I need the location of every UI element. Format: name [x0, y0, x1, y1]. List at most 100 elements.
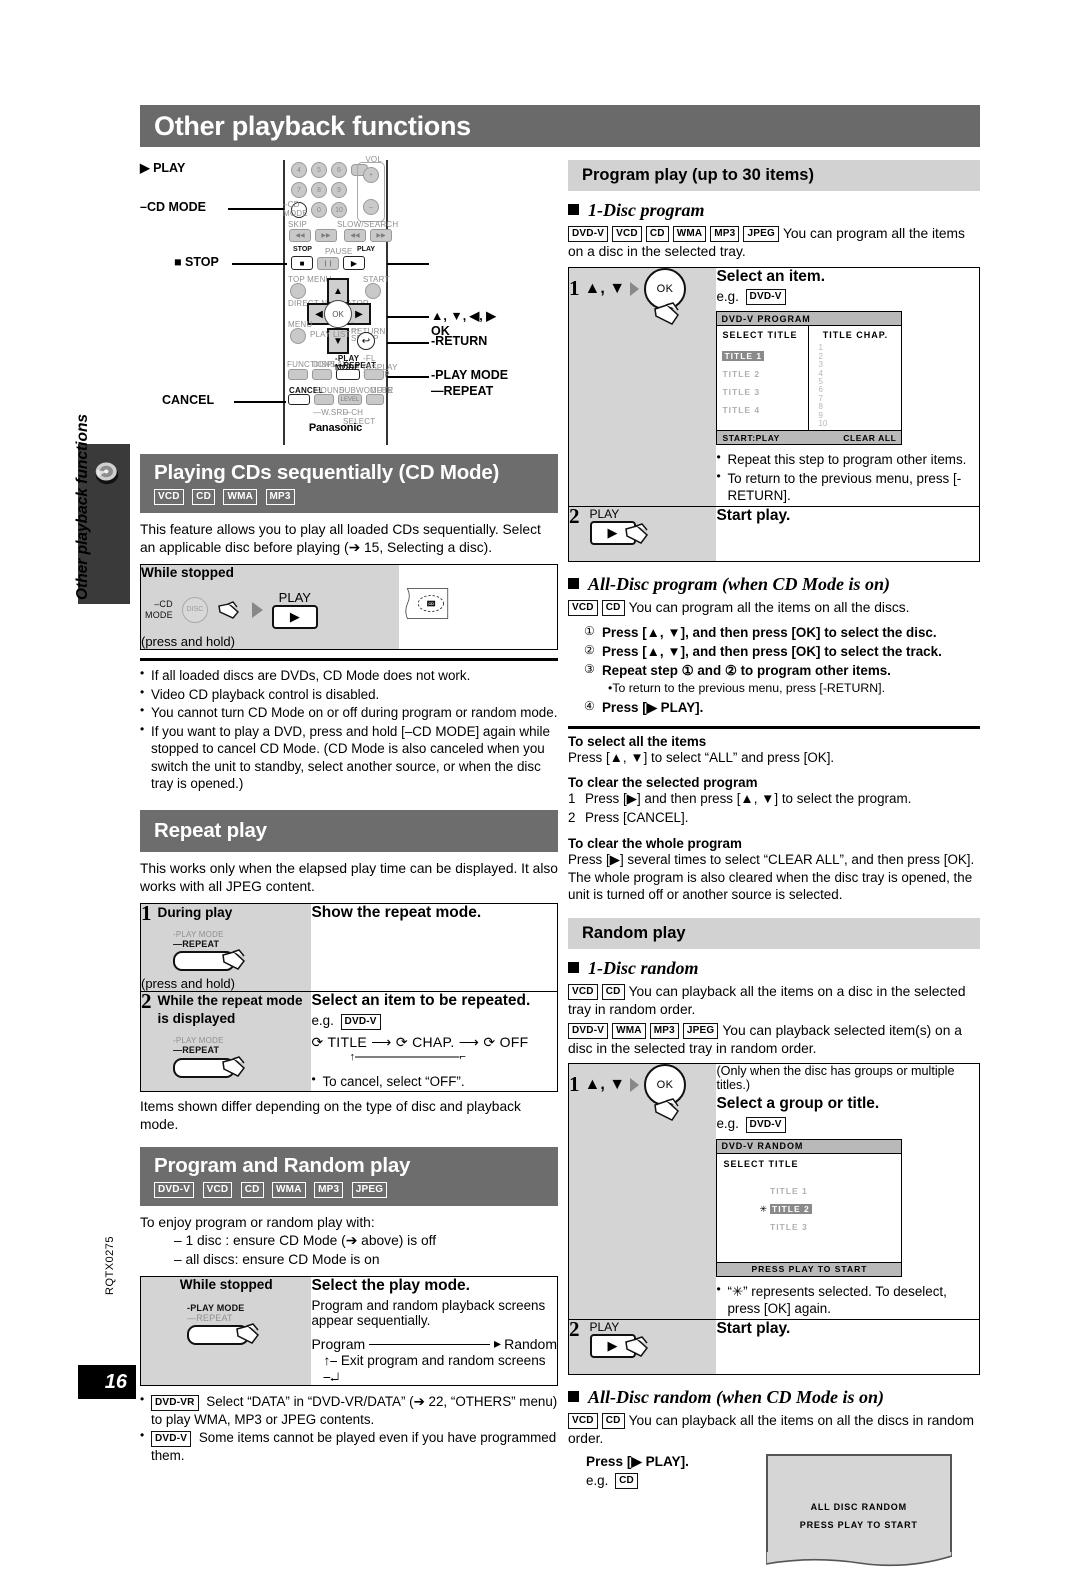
hand-pointer-icon: [218, 600, 239, 619]
callout-cd-mode: –CD MODE: [140, 200, 206, 214]
repeat-flow-title: TITLE: [327, 1033, 368, 1050]
badge-dvd-v: DVD-V: [745, 289, 786, 306]
remote-skip-fwd[interactable]: ▶▶: [315, 229, 337, 242]
howto-number: 1: [568, 791, 576, 807]
page-title: Other playback functions: [154, 110, 471, 141]
osd-title-item[interactable]: TITLE 3: [722, 387, 760, 397]
repeat-step-row-2: 2 While the repeat mode is displayed -PL…: [140, 989, 558, 1092]
remote-ok-button[interactable]: OK: [324, 300, 352, 328]
screen-line-2: PRESS PLAY TO START: [799, 1519, 918, 1530]
osd-title-item[interactable]: TITLE 1: [722, 351, 765, 362]
howto-number-text: Press [CANCEL].: [585, 809, 689, 825]
remote-play-button[interactable]: ▶: [343, 256, 365, 270]
osd-title-item[interactable]: TITLE 2: [722, 369, 760, 379]
program-random-step-condition: While stopped: [179, 1277, 273, 1293]
callout-line-stop: [232, 263, 287, 265]
remote-key-9[interactable]: 9: [331, 182, 347, 198]
repeat-step1-press-hold: (press and hold): [141, 976, 235, 992]
remote-level-button[interactable]: LEVEL: [338, 394, 362, 405]
osd-chapter: 3: [818, 360, 823, 370]
hand-pointer-icon: [624, 522, 648, 544]
section-program-play-header: Program play (up to 30 items): [568, 160, 980, 191]
remote-playmode-button[interactable]: [336, 369, 360, 380]
osd-chapter: 1: [818, 343, 823, 353]
badge-dvd-v: DVD-V: [745, 1116, 786, 1133]
remote-mute-button[interactable]: [366, 394, 384, 405]
osd-random-item[interactable]: TITLE 3: [770, 1222, 808, 1232]
remote-slow-back[interactable]: ◀◀: [344, 229, 366, 242]
cd-mode-press-hold: (press and hold): [141, 634, 235, 649]
remote-stop-button[interactable]: ■: [291, 256, 313, 270]
osd-program-screen: DVD-V PROGRAM SELECT TITLE TITLE 1 TITLE…: [716, 311, 903, 446]
osd-chapter: 6: [818, 385, 823, 395]
repeat-step2-key-label-2: —REPEAT: [173, 1045, 220, 1056]
remote-return-button[interactable]: ↩: [357, 332, 375, 350]
osd-random-item[interactable]: TITLE 1: [770, 1186, 808, 1196]
eg-label: e.g.: [586, 1472, 609, 1488]
program-step1-number: 1: [569, 275, 580, 300]
random-step1-head: Select a group or title.: [716, 1095, 880, 1113]
cd-mode-disc-button[interactable]: DISC: [181, 596, 208, 623]
hand-pointer-icon: [654, 1098, 679, 1122]
badge-cd: CD: [240, 1181, 264, 1198]
callout-play: ▶ PLAY: [140, 161, 186, 175]
repeat-step1-condition: During play: [157, 904, 233, 920]
remote-key-8[interactable]: 8: [311, 182, 327, 198]
remote-topmenu-button[interactable]: [290, 283, 306, 299]
osd-random-item[interactable]: TITLE 2: [770, 1203, 812, 1214]
badge-dvd-v: DVD-V: [340, 1013, 381, 1030]
remote-menu-button[interactable]: [290, 328, 306, 344]
random-step1-notes: “✳” represents selected. To deselect, pr…: [716, 1282, 979, 1318]
callout-repeat: —REPEAT: [431, 384, 494, 398]
osd-title-item[interactable]: TITLE 4: [722, 405, 760, 415]
program-random-conditions: – 1 disc : ensure CD Mode (➔ above) is o…: [140, 1232, 558, 1269]
remote-key-5[interactable]: 5: [311, 162, 327, 178]
remote-key-4[interactable]: 4: [291, 162, 307, 178]
remote-functions-button[interactable]: [288, 369, 308, 380]
repeat-step1-head: Show the repeat mode.: [311, 903, 482, 921]
badge-mp3: MP3: [314, 1181, 344, 1198]
program-random-step-head: Select the play mode.: [311, 1277, 470, 1295]
remote-cancel-button[interactable]: [288, 394, 310, 405]
remote-display-button[interactable]: [312, 369, 332, 380]
all-disc-program-steps: ① Press [▲, ▼], and then press [OK] to se…: [584, 623, 980, 717]
badge-wma: WMA: [612, 1022, 646, 1039]
badge-cd: CD: [601, 984, 625, 1001]
remote-key-0[interactable]: 0: [311, 202, 327, 218]
remote-sleep-button[interactable]: [364, 369, 384, 380]
program-random-step-row: While stopped -PLAY MODE —REPEAT Select …: [140, 1276, 558, 1386]
osd-foot-start[interactable]: START:PLAY: [722, 433, 779, 443]
remote-volume-down[interactable]: –: [363, 199, 379, 215]
program-random-step-table: While stopped -PLAY MODE —REPEAT Select …: [140, 1276, 558, 1387]
program-random-condition: – all discs: ensure CD Mode is on: [174, 1251, 380, 1267]
program-step1-keys: ▲, ▼: [584, 279, 626, 297]
osd-foot-clear-all[interactable]: CLEAR ALL: [843, 433, 896, 443]
cd-mode-play-button[interactable]: ▶: [271, 605, 318, 629]
remote-key-10[interactable]: 10: [331, 202, 347, 218]
remote-key-7[interactable]: 7: [291, 182, 307, 198]
cd-mode-note: If all loaded discs are DVDs, CD Mode do…: [140, 666, 558, 685]
cd-mode-step-right: CD: [399, 564, 460, 643]
howto-number: 2: [568, 809, 576, 825]
step-text: Press [▲, ▼], and then press [OK] to sel…: [602, 625, 937, 641]
remote-pause-button[interactable]: ❙❙: [317, 256, 339, 270]
remote-sound-button[interactable]: [314, 394, 334, 405]
remote-skip-back[interactable]: ◀◀: [289, 229, 311, 242]
remote-key-6[interactable]: 6: [331, 162, 347, 178]
program-step2-play-label: PLAY: [589, 506, 620, 521]
program-step-row-2: 2 PLAY ▶ Start play.: [568, 505, 980, 562]
remote-slowsearch-label: SLOW/SEARCH: [337, 220, 399, 229]
osd-random-screen: DVD-V RANDOM SELECT TITLE ✳TITLE 1 ✳TITL…: [716, 1138, 903, 1277]
remote-volume-up[interactable]: +: [363, 167, 379, 183]
repeat-step2-number: 2: [141, 989, 152, 1014]
badge-vcd: VCD: [612, 226, 642, 243]
random-step1-note: “✳” represents selected. To deselect, pr…: [716, 1282, 979, 1318]
program-random-step-right: Select the play mode. Program and random…: [311, 1276, 558, 1386]
remote-slow-fwd[interactable]: ▶▶: [370, 229, 392, 242]
badge-vcd: VCD: [202, 1181, 233, 1198]
program-step1-head: Select an item.: [716, 267, 825, 285]
badge-wma: WMA: [272, 1181, 306, 1198]
osd-program-chapter-col: TITLE CHAP. 1 2 3 4 5 6 7 8 9 10: [809, 326, 901, 430]
howto-head: To clear the whole program: [568, 835, 742, 851]
badge-dvd-v: DVD-V: [154, 1181, 195, 1198]
